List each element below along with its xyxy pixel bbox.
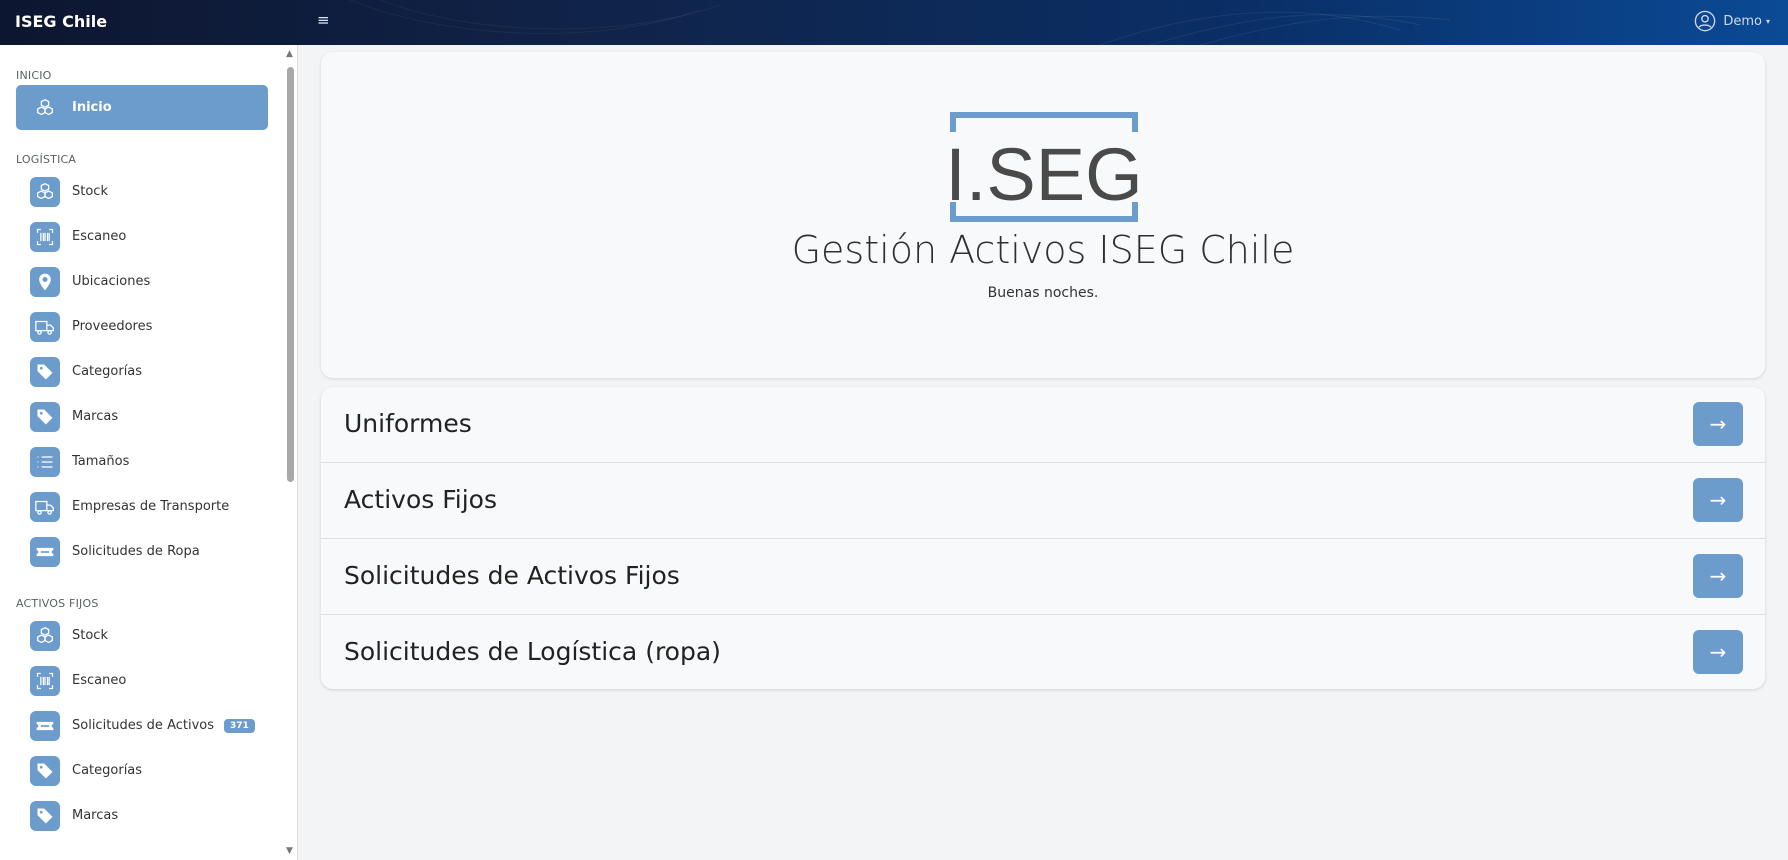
scrollbar-thumb[interactable]: [287, 67, 294, 482]
sidebar-item-tamanos[interactable]: Tamaños: [16, 439, 268, 484]
svg-text:I.SEG: I.SEG: [950, 133, 1138, 216]
sidebar-item-solicitudes-ropa[interactable]: Solicitudes de Ropa: [16, 529, 268, 574]
sidebar-item-activos-categorias[interactable]: Categorías: [16, 748, 268, 793]
welcome-card: I.SEG Gestión Activos ISEG Chile Buenas …: [321, 52, 1765, 378]
user-avatar-icon: [1695, 10, 1716, 32]
tags-icon: [30, 401, 60, 432]
sidebar-item-activos-marcas[interactable]: Marcas: [16, 793, 268, 838]
sidebar-item-label: Tamaños: [72, 454, 130, 469]
module-row-solicitudes-activos-fijos[interactable]: Solicitudes de Activos Fijos →: [321, 539, 1765, 615]
sidebar-item-solicitudes-activos[interactable]: Solicitudes de Activos 371: [16, 703, 268, 748]
tag-icon: [30, 755, 60, 786]
sidebar-item-label: Solicitudes de Ropa: [72, 544, 200, 559]
sidebar-item-label: Proveedores: [72, 319, 153, 334]
sidebar-item-label: Escaneo: [72, 229, 127, 244]
module-row-activos-fijos[interactable]: Activos Fijos →: [321, 463, 1765, 539]
arrow-right-button[interactable]: →: [1693, 402, 1743, 446]
arrow-right-button[interactable]: →: [1693, 630, 1743, 674]
sidebar-item-label: Categorías: [72, 763, 143, 778]
map-pin-icon: [30, 266, 60, 297]
sidebar-item-activos-escaneo[interactable]: Escaneo: [16, 658, 268, 703]
page-title: Gestión Activos ISEG Chile: [791, 228, 1295, 272]
module-row-uniformes[interactable]: Uniformes →: [321, 387, 1765, 463]
barcode-scan-icon: [30, 665, 60, 696]
sidebar-item-label: Inicio: [72, 100, 112, 115]
user-name: Demo: [1723, 13, 1762, 29]
section-label-logistica: LOGÍSTICA: [16, 153, 77, 166]
ticket-icon: [30, 710, 60, 741]
greeting-text: Buenas noches.: [987, 285, 1099, 301]
truck-icon: [30, 491, 60, 522]
module-name: Uniformes: [344, 409, 472, 438]
section-label-inicio: INICIO: [16, 69, 52, 82]
chevron-down-icon: ▾: [1765, 16, 1770, 26]
module-name: Solicitudes de Activos Fijos: [344, 561, 680, 590]
sidebar-item-label: Escaneo: [72, 673, 127, 688]
cubes-icon: [30, 620, 60, 651]
sidebar-item-logistica-marcas[interactable]: Marcas: [16, 394, 268, 439]
scroll-up-arrow-icon[interactable]: ▲: [286, 49, 293, 59]
sidebar-item-activos-stock[interactable]: Stock: [16, 613, 268, 658]
truck-icon: [30, 311, 60, 342]
sidebar-item-logistica-stock[interactable]: Stock: [16, 169, 268, 214]
module-list: Uniformes → Activos Fijos → Solicitudes …: [321, 387, 1765, 689]
sidebar-item-empresas-transporte[interactable]: Empresas de Transporte: [16, 484, 268, 529]
user-menu[interactable]: Demo ▾: [1694, 10, 1770, 32]
menu-toggle-icon[interactable]: ≡: [317, 11, 330, 29]
sidebar-item-label: Marcas: [72, 409, 119, 424]
barcode-scan-icon: [30, 221, 60, 252]
sidebar-item-label: Ubicaciones: [72, 274, 151, 289]
scroll-down-arrow-icon[interactable]: ▼: [286, 846, 293, 856]
sidebar-item-label: Solicitudes de Activos: [72, 718, 215, 733]
count-badge: 371: [224, 718, 255, 733]
sidebar-item-logistica-escaneo[interactable]: Escaneo: [16, 214, 268, 259]
arrow-right-button[interactable]: →: [1693, 478, 1743, 522]
sidebar: INICIO Inicio LOGÍSTICA Stock Escaneo Ub…: [0, 45, 298, 860]
cubes-icon: [30, 93, 60, 123]
sidebar-item-label: Stock: [72, 184, 108, 199]
sidebar-item-label: Empresas de Transporte: [72, 499, 230, 514]
sidebar-item-proveedores[interactable]: Proveedores: [16, 304, 268, 349]
module-name: Solicitudes de Logística (ropa): [344, 637, 721, 666]
wave-pattern-decoration: [349, 0, 1451, 45]
sidebar-item-label: Marcas: [72, 808, 119, 823]
module-name: Activos Fijos: [344, 485, 497, 514]
brand-link[interactable]: ISEG Chile: [15, 12, 107, 31]
tag-icon: [30, 356, 60, 387]
sidebar-item-logistica-categorias[interactable]: Categorías: [16, 349, 268, 394]
list-icon: [30, 446, 60, 477]
sidebar-item-inicio[interactable]: Inicio: [16, 85, 268, 130]
ticket-icon: [30, 536, 60, 567]
sidebar-scrollbar[interactable]: ▲ ▼: [284, 45, 297, 860]
sidebar-item-ubicaciones[interactable]: Ubicaciones: [16, 259, 268, 304]
cubes-icon: [30, 176, 60, 207]
tags-icon: [30, 800, 60, 831]
arrow-right-button[interactable]: →: [1693, 554, 1743, 598]
sidebar-item-label: Stock: [72, 628, 108, 643]
iseg-logo: I.SEG: [950, 112, 1138, 222]
sidebar-item-label: Categorías: [72, 364, 143, 379]
module-row-solicitudes-logistica[interactable]: Solicitudes de Logística (ropa) →: [321, 615, 1765, 689]
top-navbar: ISEG Chile ≡ Demo ▾: [0, 0, 1788, 45]
section-label-activos-fijos: ACTIVOS FIJOS: [16, 597, 99, 610]
